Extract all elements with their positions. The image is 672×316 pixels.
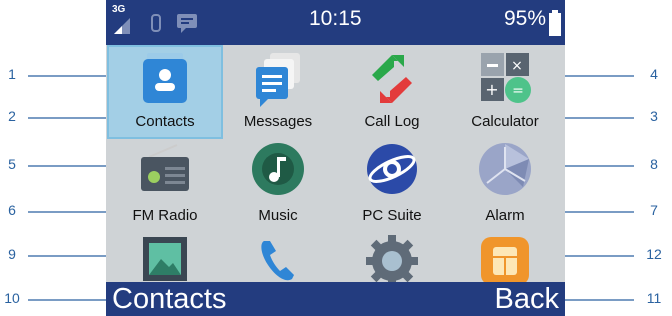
status-bar: 3G 10:15 95% xyxy=(106,0,565,45)
calculator-icon: × + = xyxy=(481,53,531,103)
app-calculator[interactable]: × + = Calculator xyxy=(447,45,563,139)
left-softkey[interactable]: Contacts xyxy=(112,282,226,316)
call-log-icon xyxy=(372,55,412,103)
app-label: PC Suite xyxy=(362,207,422,224)
sim-icon xyxy=(481,237,529,285)
callout-10: 10 xyxy=(4,290,20,306)
app-label: Alarm xyxy=(485,207,525,224)
svg-text:+: + xyxy=(485,80,498,99)
phone-icon xyxy=(261,241,294,281)
battery-level: 95% xyxy=(504,7,547,30)
radio-icon xyxy=(141,144,189,191)
message-icon xyxy=(177,14,197,33)
pc-suite-icon xyxy=(367,144,417,194)
app-label: Call Log xyxy=(364,113,420,130)
svg-text:=: = xyxy=(512,83,524,99)
callout-9: 9 xyxy=(8,246,16,262)
callout-12: 12 xyxy=(646,246,662,262)
app-label: FM Radio xyxy=(132,207,198,224)
app-label: Music xyxy=(258,207,298,224)
app-label: Contacts xyxy=(135,113,195,130)
callout-1: 1 xyxy=(8,66,16,82)
app-contacts[interactable]: Contacts xyxy=(107,45,223,139)
right-softkey[interactable]: Back xyxy=(495,282,559,316)
battery-icon xyxy=(549,10,561,36)
callout-6: 6 xyxy=(8,202,16,218)
app-pc-suite[interactable]: PC Suite xyxy=(334,139,450,233)
network-type: 3G xyxy=(112,4,126,15)
music-icon xyxy=(252,143,304,195)
messages-icon xyxy=(256,53,300,107)
signal-icon xyxy=(114,18,130,34)
callout-11: 11 xyxy=(646,290,662,306)
callout-5: 5 xyxy=(8,156,16,172)
svg-text:×: × xyxy=(511,58,523,74)
gallery-icon xyxy=(143,237,187,281)
callout-2: 2 xyxy=(8,108,16,124)
contacts-icon xyxy=(143,53,187,103)
app-fm-radio[interactable]: FM Radio xyxy=(107,139,223,233)
callout-3: 3 xyxy=(650,108,658,124)
app-music[interactable]: Music xyxy=(220,139,336,233)
app-call-log[interactable]: Call Log xyxy=(334,45,450,139)
callout-4: 4 xyxy=(650,66,658,82)
app-messages[interactable]: Messages xyxy=(220,45,336,139)
callout-8: 8 xyxy=(650,156,658,172)
phone-screen: 3G 10:15 95% Contacts Messages Call Log … xyxy=(106,0,565,316)
settings-icon xyxy=(366,235,418,287)
clock: 10:15 xyxy=(309,7,362,30)
app-label: Messages xyxy=(243,113,313,130)
bluetooth-icon xyxy=(151,14,161,32)
softkey-bar: Contacts Back xyxy=(106,282,565,316)
app-label: Calculator xyxy=(471,113,539,130)
callout-7: 7 xyxy=(650,202,658,218)
app-alarm[interactable]: Alarm xyxy=(447,139,563,233)
alarm-icon xyxy=(479,143,531,195)
